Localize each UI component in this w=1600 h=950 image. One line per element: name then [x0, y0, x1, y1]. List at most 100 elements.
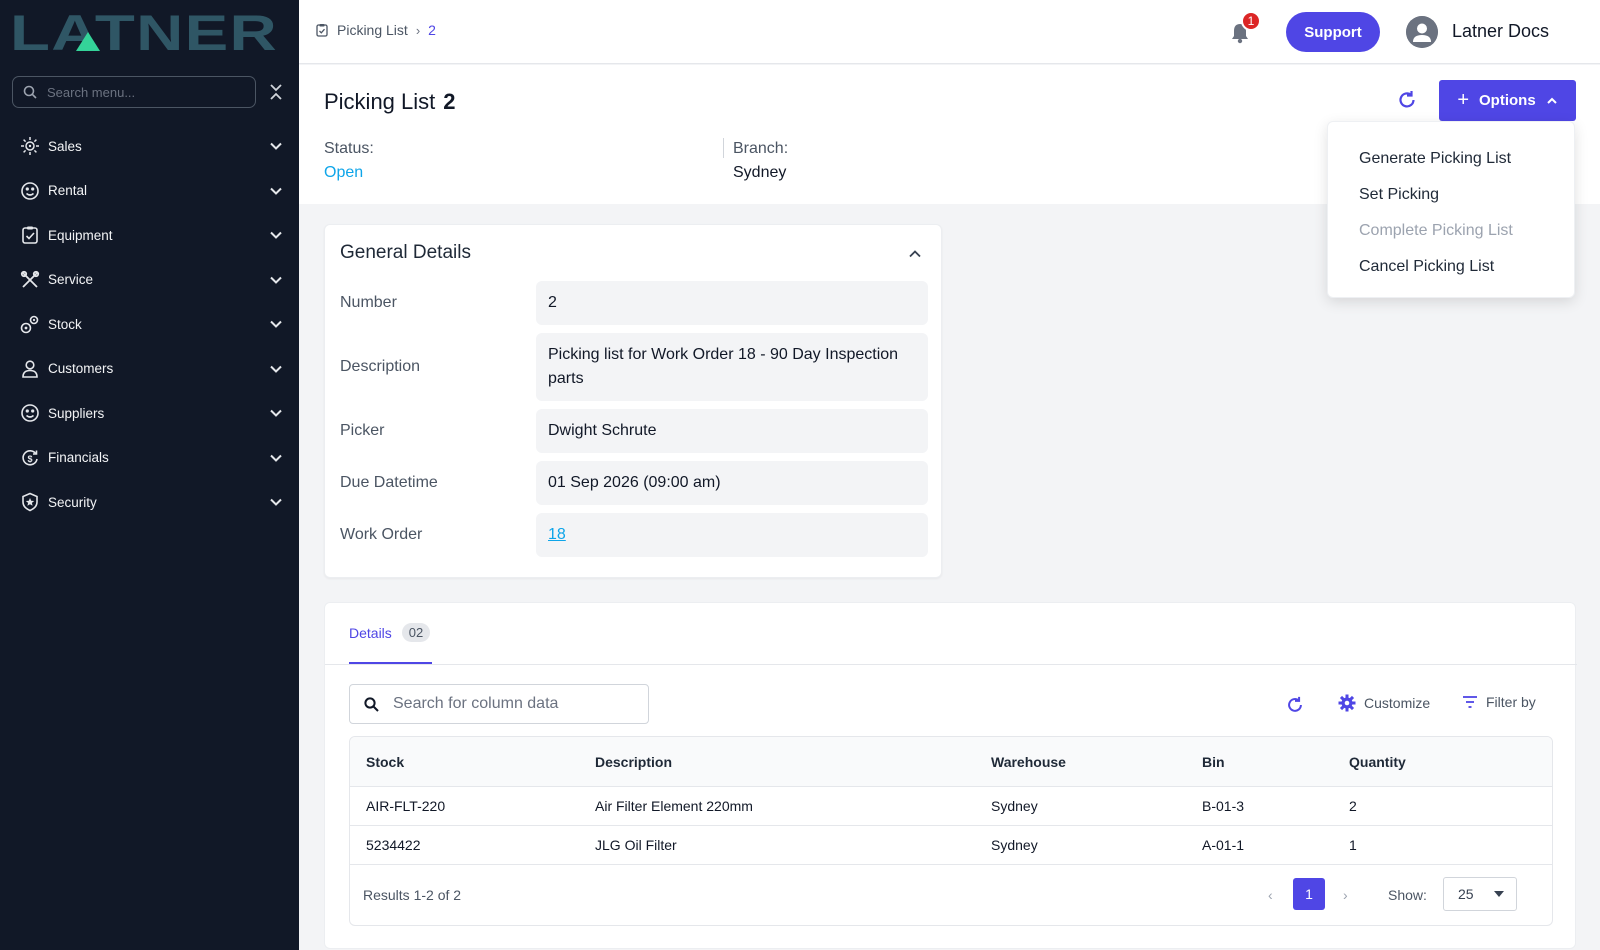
details-card: Details 02 Search for column data Custom… [324, 602, 1577, 949]
customize-label: Customize [1364, 695, 1431, 711]
sidebar-item-label: Sales [48, 138, 82, 154]
column-header-stock[interactable]: Stock [350, 754, 579, 770]
menu-item-cancel-picking-list[interactable]: Cancel Picking List [1328, 249, 1574, 285]
field-value: 2 [536, 281, 928, 325]
field-work-order: Work Order 18 [340, 513, 928, 557]
sidebar-item-label: Service [48, 272, 94, 288]
sidebar-item-service[interactable]: Service [0, 258, 299, 303]
sidebar: LATNER Search menu... Sales Rental Equip… [0, 0, 299, 950]
cell-stock: AIR-FLT-220 [366, 798, 446, 814]
security-icon [20, 492, 40, 512]
branch-label: Branch: [733, 140, 789, 157]
breadcrumb-separator: › [415, 22, 421, 38]
cell-quantity: 1 [1349, 837, 1357, 853]
page-button-current[interactable]: 1 [1293, 878, 1325, 910]
column-header-description[interactable]: Description [579, 754, 975, 770]
cell-bin: A-01-1 [1202, 837, 1245, 853]
menu-search-input[interactable]: Search menu... [12, 76, 256, 108]
sidebar-item-stock[interactable]: Stock [0, 302, 299, 347]
top-bar: Picking List › 2 1 Support Latner Docs [299, 0, 1600, 64]
field-value: 18 [536, 513, 928, 557]
cell-bin: B-01-3 [1202, 798, 1245, 814]
next-page-icon[interactable]: › [1343, 887, 1348, 903]
options-label: Options [1479, 92, 1536, 109]
details-table: Stock Description Warehouse Bin Quantity… [349, 736, 1553, 926]
refresh-icon[interactable] [1396, 89, 1418, 111]
field-label: Description [340, 358, 421, 375]
work-order-link[interactable]: 18 [548, 523, 566, 547]
field-label: Due Datetime [340, 474, 438, 491]
sidebar-nav: Sales Rental Equipment Service Stock Cus… [0, 124, 299, 525]
column-header-bin[interactable]: Bin [1186, 754, 1333, 770]
chevron-up-icon[interactable] [908, 247, 922, 261]
chevron-down-icon [270, 143, 282, 151]
sidebar-item-sales[interactable]: Sales [0, 124, 299, 169]
sidebar-item-customers[interactable]: Customers [0, 347, 299, 392]
sidebar-item-financials[interactable]: $ Financials [0, 436, 299, 481]
suppliers-icon [20, 403, 40, 423]
sidebar-item-label: Stock [48, 316, 82, 332]
sidebar-item-label: Financials [48, 450, 109, 466]
stock-icon [20, 314, 40, 334]
chevron-down-icon [270, 276, 282, 284]
tab-label: Details [349, 624, 392, 641]
menu-item-generate-picking-list[interactable]: Generate Picking List [1328, 141, 1574, 177]
breadcrumb-root-link[interactable]: Picking List [337, 22, 408, 38]
cell-stock: 5234422 [366, 837, 421, 853]
customize-button[interactable]: Customize [1338, 694, 1430, 712]
column-header-quantity[interactable]: Quantity [1333, 754, 1552, 770]
table-row[interactable]: AIR-FLT-220 Air Filter Element 220mm Syd… [350, 787, 1552, 826]
sidebar-item-equipment[interactable]: Equipment [0, 213, 299, 258]
cell-quantity: 2 [1349, 798, 1357, 814]
field-label: Work Order [340, 526, 423, 543]
sidebar-item-suppliers[interactable]: Suppliers [0, 391, 299, 436]
sidebar-item-label: Customers [48, 361, 114, 377]
plus-icon: + [1457, 89, 1469, 111]
field-label: Number [340, 294, 397, 311]
notification-badge: 1 [1241, 11, 1261, 31]
general-details-title: General Details [340, 242, 471, 263]
sidebar-item-rental[interactable]: Rental [0, 169, 299, 214]
filter-by-button[interactable]: Filter by [1462, 694, 1536, 710]
support-button[interactable]: Support [1286, 12, 1380, 52]
table-row[interactable]: 5234422 JLG Oil Filter Sydney A-01-1 1 [350, 826, 1552, 865]
field-number: Number 2 [340, 281, 928, 325]
sidebar-item-label: Equipment [48, 227, 113, 243]
options-button[interactable]: + Options [1439, 80, 1576, 121]
caret-down-icon [1494, 891, 1504, 897]
tab-count-badge: 02 [401, 623, 431, 642]
branch-value: Sydney [733, 164, 787, 181]
user-name[interactable]: Latner Docs [1452, 21, 1549, 42]
filter-by-label: Filter by [1486, 694, 1536, 710]
sidebar-item-label: Rental [48, 183, 88, 199]
chevron-down-icon [270, 232, 282, 240]
avatar[interactable] [1406, 16, 1438, 48]
page-size-select[interactable]: 25 [1443, 877, 1517, 911]
previous-page-icon[interactable]: ‹ [1268, 887, 1273, 903]
column-search-input[interactable]: Search for column data [349, 684, 649, 724]
breadcrumb: Picking List › 2 [315, 22, 436, 38]
options-menu: Generate Picking List Set Picking Comple… [1327, 121, 1575, 298]
picking-list-icon [316, 24, 328, 37]
column-search-placeholder: Search for column data [393, 695, 559, 712]
general-details-card: General Details Number 2 Description Pic… [324, 224, 942, 578]
financials-icon: $ [20, 448, 40, 468]
page-title-text: Picking List [324, 89, 436, 114]
tab-details[interactable]: Details 02 [349, 603, 433, 664]
latner-logo[interactable]: LATNER [10, 10, 280, 54]
svg-text:LATNER: LATNER [10, 10, 278, 54]
tab-divider [325, 664, 1577, 665]
filter-icon [1463, 696, 1477, 708]
collapse-sidebar-icon[interactable] [268, 82, 284, 102]
field-picker: Picker Dwight Schrute [340, 409, 928, 453]
chevron-down-icon [270, 454, 282, 462]
service-icon [20, 270, 40, 290]
table-footer: Results 1-2 of 2 ‹ 1 › Show: 25 [350, 866, 1552, 925]
equipment-icon [20, 225, 40, 245]
sidebar-item-security[interactable]: Security [0, 480, 299, 525]
menu-item-set-picking[interactable]: Set Picking [1328, 177, 1574, 213]
sidebar-item-label: Suppliers [48, 405, 105, 421]
chevron-down-icon [270, 365, 282, 373]
refresh-icon[interactable] [1285, 695, 1305, 715]
column-header-warehouse[interactable]: Warehouse [975, 754, 1186, 770]
